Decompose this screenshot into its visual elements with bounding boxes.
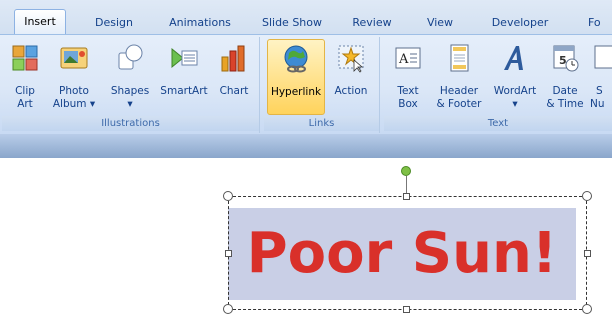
links-group-label: Links [264,116,379,131]
header-footer-label-2: & Footer [436,98,482,110]
slide-number-icon [594,45,612,69]
text-box-icon: A [395,47,421,69]
selection-frame [228,196,587,310]
header-footer-button[interactable]: Header & Footer [432,39,486,115]
tab-format[interactable]: Fo [588,12,612,34]
resize-handle-right[interactable] [584,250,591,257]
action-label: Action [334,85,368,97]
smartart-button[interactable]: SmartArt [156,39,212,115]
group-text: A Text Box Header & Footer WordArt ▾ 5 D… [384,37,612,133]
tab-developer[interactable]: Developer [484,12,556,34]
tab-design[interactable]: Design [84,12,144,34]
resize-handle-top-right[interactable] [582,191,592,201]
header-footer-label-1: Header [439,85,479,97]
hyperlink-label: Hyperlink [270,86,322,98]
smartart-icon [171,47,198,69]
action-icon [338,45,364,73]
hyperlink-button[interactable]: Hyperlink [267,39,325,115]
group-links: Hyperlink Action Links [264,37,380,133]
slide-number-button[interactable]: S Nu [588,39,612,115]
rotation-handle[interactable] [401,166,411,176]
tab-slide-show[interactable]: Slide Show [252,12,332,34]
date-time-label-2: & Time [546,98,584,110]
ribbon-bottom-edge [0,134,612,158]
chart-label: Chart [219,85,249,97]
chart-icon [221,45,245,72]
slide-number-label-2: Nu [590,98,605,110]
tab-insert[interactable]: Insert [14,9,66,35]
header-footer-icon [450,44,469,72]
action-button[interactable]: Action [328,39,374,115]
text-box-button[interactable]: A Text Box [388,39,428,115]
date-time-label-1: Date [552,85,578,97]
wordart-label-2: ▾ [512,98,518,110]
wordart-button[interactable]: WordArt ▾ [490,39,540,115]
clip-art-button[interactable]: Clip Art [6,39,44,115]
slide-number-label-1: S [596,85,603,97]
hyperlink-icon [284,45,308,73]
text-box-label-1: Text [397,85,419,97]
shapes-label-1: Shapes [110,85,150,97]
tab-view[interactable]: View [418,12,462,34]
shapes-label-2: ▾ [127,98,133,110]
clip-art-label-2: Art [17,98,33,110]
chart-button[interactable]: Chart [214,39,254,115]
wordart-icon [504,46,523,70]
tab-review[interactable]: Review [344,12,400,34]
clip-art-label-1: Clip [15,85,35,97]
resize-handle-bottom-left[interactable] [223,304,233,314]
ribbon-panel: Clip Art Photo Album ▾ Shapes ▾ SmartArt… [0,34,612,134]
shapes-icon [118,44,143,70]
text-box-label-2: Box [398,98,418,110]
date-time-button[interactable]: 5 Date & Time [544,39,586,115]
photo-album-label-2: Album ▾ [52,98,96,110]
resize-handle-top-left[interactable] [223,191,233,201]
ribbon-tab-bar: Insert Design Animations Slide Show Revi… [0,0,612,35]
tab-animations[interactable]: Animations [158,12,242,34]
wordart-label-1: WordArt [493,85,537,97]
resize-handle-top[interactable] [403,193,410,200]
photo-album-icon [60,47,88,69]
photo-album-button[interactable]: Photo Album ▾ [50,39,98,115]
group-illustrations: Clip Art Photo Album ▾ Shapes ▾ SmartArt… [2,37,260,133]
resize-handle-bottom-right[interactable] [582,304,592,314]
resize-handle-left[interactable] [225,250,232,257]
shapes-button[interactable]: Shapes ▾ [106,39,154,115]
resize-handle-bottom[interactable] [403,306,410,313]
photo-album-label-1: Photo [59,85,89,97]
clip-art-icon [12,45,38,71]
date-time-icon: 5 [553,45,579,72]
text-group-label: Text [384,116,612,131]
smartart-label: SmartArt [160,85,208,97]
svg-text:A: A [398,52,409,67]
illustrations-group-label: Illustrations [2,116,259,131]
